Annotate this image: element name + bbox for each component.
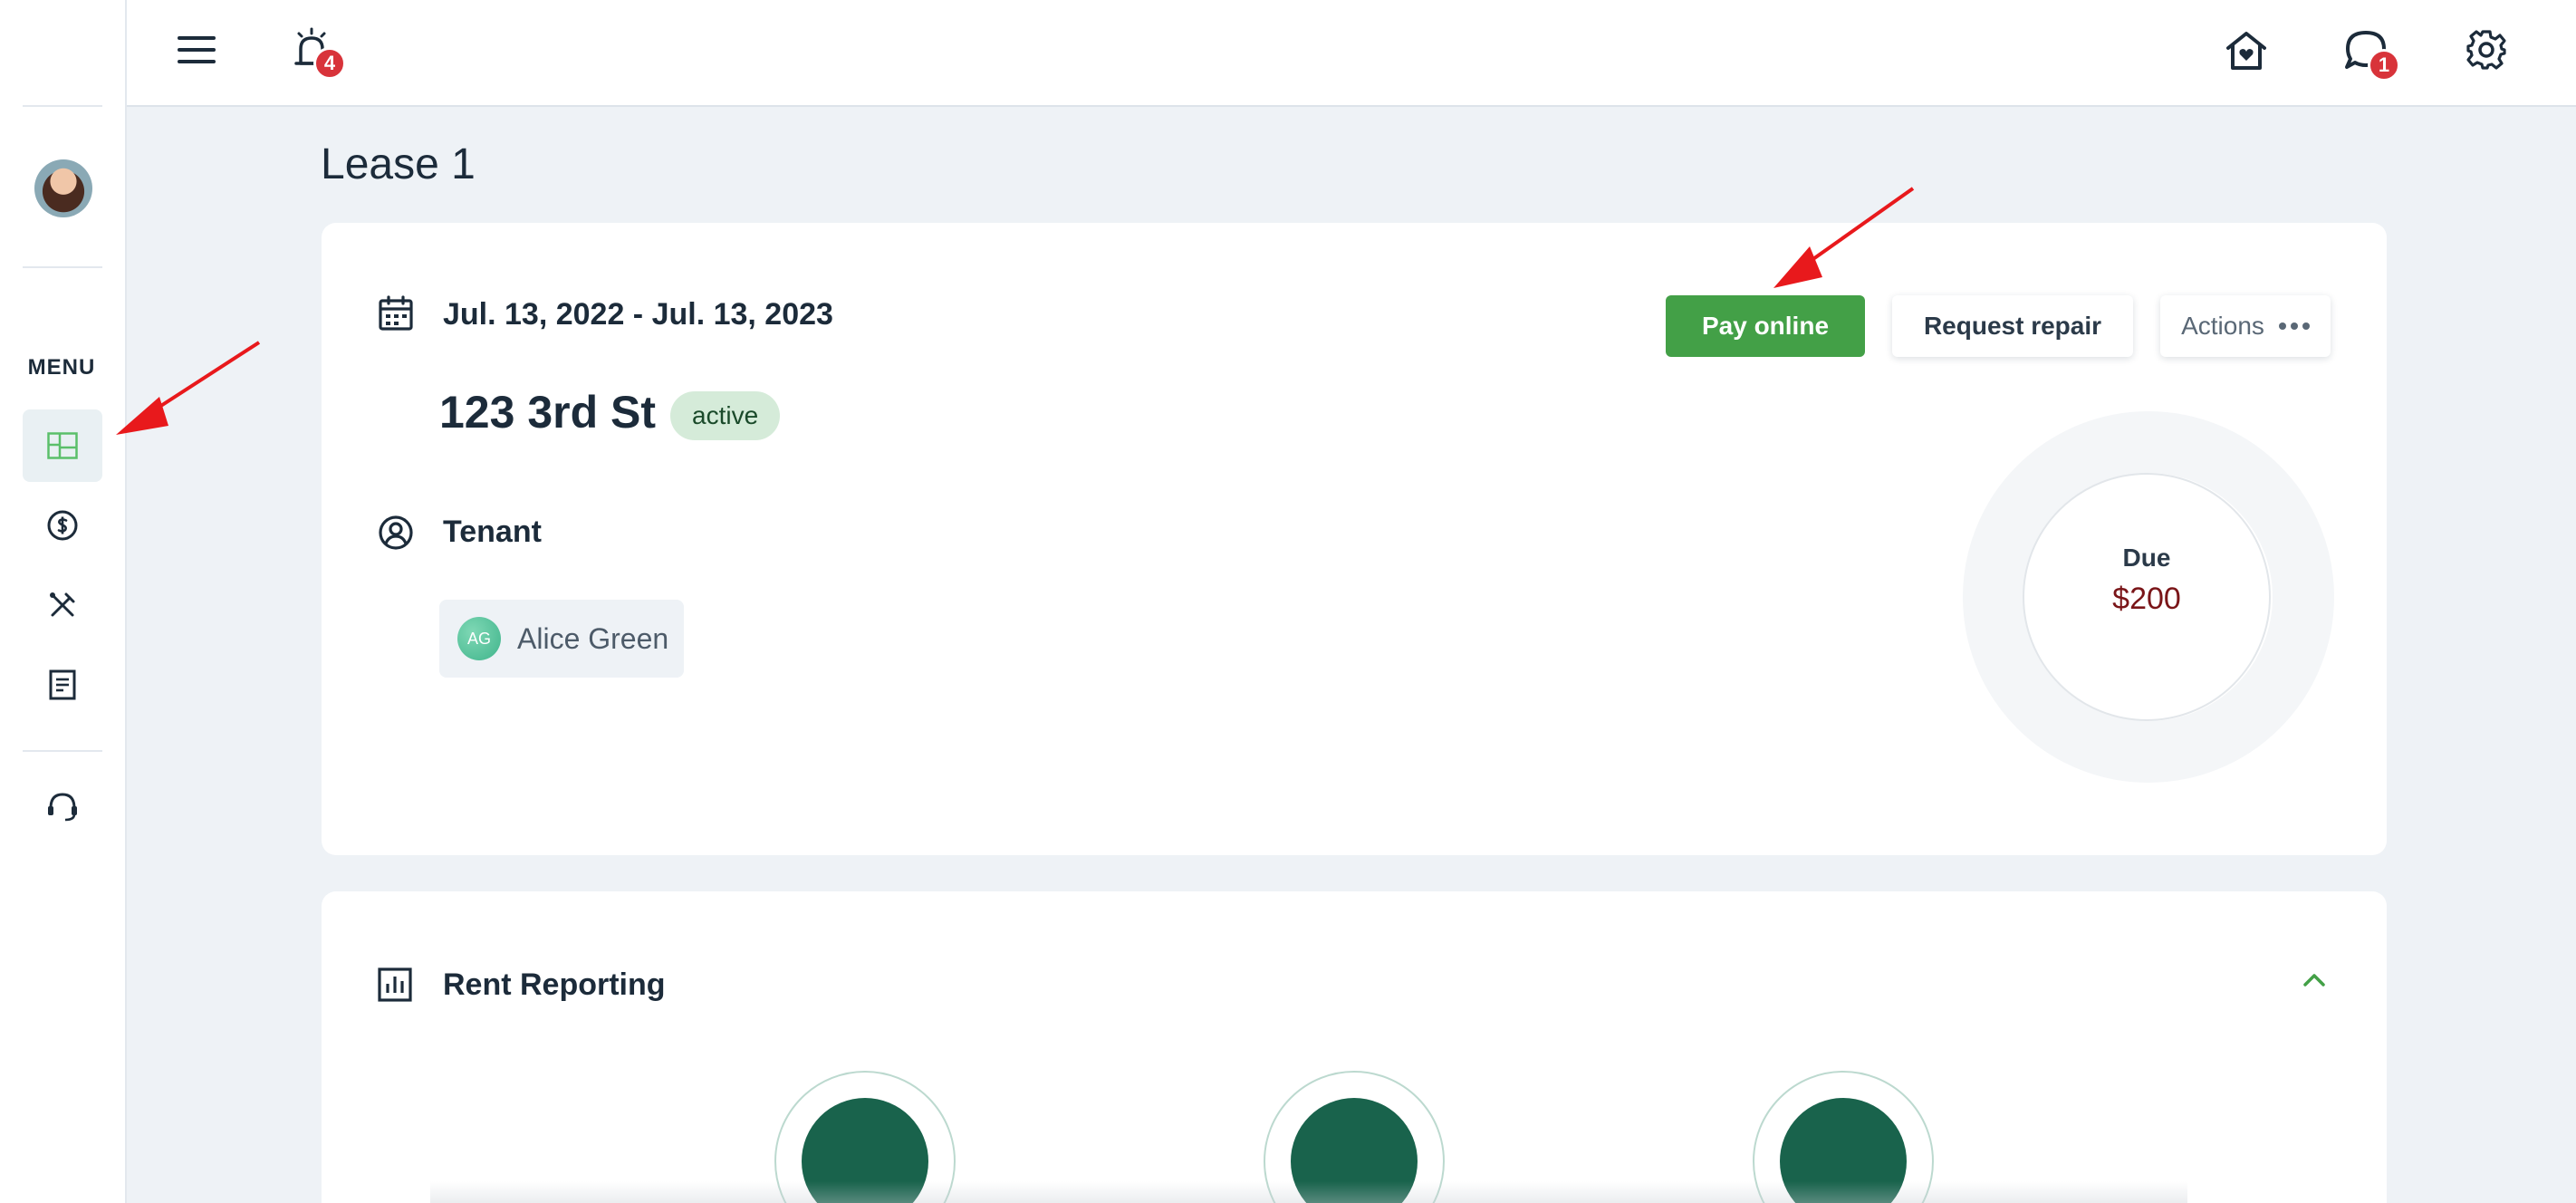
- sidebar-item-dashboard[interactable]: [23, 409, 102, 482]
- lease-dates: Jul. 13, 2022 - Jul. 13, 2023: [443, 297, 833, 332]
- settings-button[interactable]: [2464, 27, 2509, 72]
- tenant-label: Tenant: [443, 515, 542, 549]
- sidebar-item-documents[interactable]: [23, 649, 102, 721]
- dashboard-icon: [47, 432, 78, 459]
- headset-icon: [48, 793, 77, 822]
- sidebar-item-payments[interactable]: [23, 489, 102, 562]
- tenant-avatar: AG: [457, 617, 501, 660]
- sidebar-item-support[interactable]: [23, 770, 102, 842]
- alerts-badge: 4: [313, 47, 346, 80]
- tenant-row: [378, 515, 414, 551]
- status-badge: active: [670, 391, 781, 440]
- tenant-chip[interactable]: AG Alice Green: [439, 600, 684, 678]
- messages-button[interactable]: 1: [2342, 27, 2400, 82]
- pay-online-button[interactable]: Pay online: [1666, 295, 1865, 357]
- home-icon: [2226, 32, 2266, 70]
- lease-card: Jul. 13, 2022 - Jul. 13, 2023 123 3rd St…: [322, 223, 2387, 855]
- sidebar-item-maintenance[interactable]: [23, 569, 102, 641]
- annotation-arrow-icon: [116, 341, 261, 435]
- more-dots-icon: [2278, 322, 2310, 330]
- lease-dates-row: [378, 295, 414, 332]
- due-label: Due: [2122, 544, 2171, 572]
- scroll-fade: [430, 1181, 2187, 1203]
- sidebar-divider: [23, 105, 102, 107]
- tools-icon: [50, 592, 75, 617]
- dollar-circle-icon: [47, 510, 78, 541]
- actions-button[interactable]: Actions: [2160, 295, 2331, 357]
- document-icon: [49, 669, 76, 700]
- top-bar: 4 1: [127, 0, 2576, 107]
- menu-toggle-button[interactable]: [176, 29, 217, 71]
- lease-address: 123 3rd St: [439, 387, 657, 438]
- actions-label: Actions: [2181, 312, 2264, 340]
- sidebar-divider: [23, 266, 102, 268]
- rent-reporting-row: [378, 967, 412, 1002]
- page-title: Lease 1: [321, 140, 476, 188]
- menu-label: MENU: [27, 355, 96, 380]
- due-amount: $200: [2112, 582, 2181, 616]
- bar-chart-icon: [378, 967, 412, 1002]
- rent-reporting-title: Rent Reporting: [443, 967, 666, 1002]
- messages-badge: 1: [2368, 49, 2400, 82]
- home-button[interactable]: [2223, 27, 2270, 74]
- settings-icon: [2466, 30, 2506, 70]
- sidebar: MENU: [0, 0, 127, 1203]
- sidebar-divider: [23, 750, 102, 752]
- avatar[interactable]: [34, 159, 92, 217]
- user-circle-icon: [379, 515, 413, 550]
- rent-reporting-card: Rent Reporting: [322, 891, 2387, 1203]
- menu-icon: [178, 36, 216, 63]
- alerts-button[interactable]: 4: [290, 25, 346, 80]
- collapse-button[interactable]: [2302, 971, 2327, 989]
- calendar-icon: [379, 295, 413, 331]
- request-repair-button[interactable]: Request repair: [1892, 295, 2133, 357]
- chevron-up-icon: [2303, 974, 2325, 986]
- tenant-name: Alice Green: [517, 621, 669, 655]
